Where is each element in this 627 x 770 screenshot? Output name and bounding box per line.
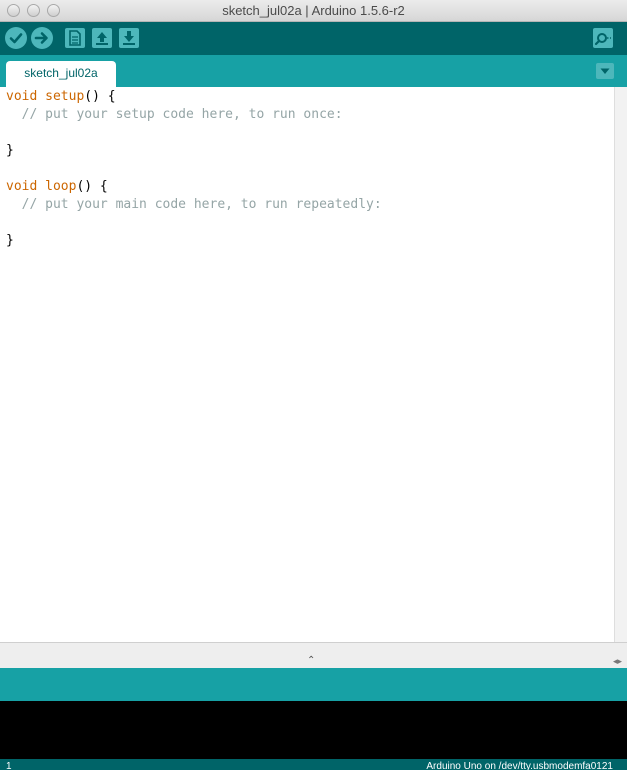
status-bar — [0, 668, 627, 701]
check-icon — [9, 33, 23, 44]
new-sketch-button[interactable] — [65, 28, 85, 48]
magnifier-icon — [594, 33, 611, 46]
scroll-arrows-icon[interactable]: ◂▸ — [613, 656, 622, 667]
arrow-down-icon — [123, 31, 135, 45]
code-line[interactable]: void loop() { — [6, 178, 614, 196]
code-line[interactable] — [6, 214, 614, 232]
toolbar — [0, 22, 627, 55]
code-line[interactable] — [6, 124, 614, 142]
console-output[interactable] — [0, 701, 627, 759]
code-line[interactable]: } — [6, 232, 614, 250]
title-bar: sketch_jul02a | Arduino 1.5.6-r2 — [0, 0, 627, 22]
line-number: 1 — [6, 761, 12, 770]
code-text: } — [6, 143, 14, 158]
code-editor[interactable]: void setup() { // put your setup code he… — [0, 87, 614, 642]
code-text: () { — [84, 89, 116, 104]
code-comment: // put your main code here, to run repea… — [6, 197, 382, 212]
window-title: sketch_jul02a | Arduino 1.5.6-r2 — [222, 3, 405, 18]
footer-bar: 1 Arduino Uno on /dev/tty.usbmodemfa0121 — [0, 759, 627, 770]
serial-monitor-button[interactable] — [593, 28, 613, 48]
board-port-label: Arduino Uno on /dev/tty.usbmodemfa0121 — [426, 761, 613, 770]
code-line[interactable]: // put your main code here, to run repea… — [6, 196, 614, 214]
code-line[interactable]: // put your setup code here, to run once… — [6, 106, 614, 124]
code-comment: // put your setup code here, to run once… — [6, 107, 343, 122]
arrow-up-icon — [96, 32, 108, 45]
triangle-down-icon — [600, 68, 610, 74]
code-keyword: void — [6, 179, 46, 194]
tab-bar: sketch_jul02a — [0, 55, 627, 87]
arduino-ide-window: sketch_jul02a | Arduino 1.5.6-r2 sketch_… — [0, 0, 627, 770]
code-keyword: setup — [45, 89, 85, 104]
splitter-handle-icon[interactable]: ⌃ — [307, 655, 315, 666]
save-sketch-button[interactable] — [119, 28, 139, 48]
code-keyword: loop — [45, 179, 77, 194]
editor-vertical-scrollbar[interactable] — [614, 87, 627, 642]
open-sketch-button[interactable] — [92, 28, 112, 48]
code-keyword: void — [6, 89, 46, 104]
code-line[interactable] — [6, 160, 614, 178]
tab-menu-button[interactable] — [596, 63, 614, 79]
code-line[interactable]: } — [6, 142, 614, 160]
verify-button[interactable] — [5, 27, 27, 49]
code-text: () { — [76, 179, 108, 194]
code-line[interactable]: void setup() { — [6, 88, 614, 106]
upload-button[interactable] — [31, 27, 53, 49]
arrow-right-icon — [34, 32, 48, 44]
document-icon — [69, 30, 81, 46]
tab-sketch[interactable]: sketch_jul02a — [6, 61, 116, 87]
code-text: } — [6, 233, 14, 248]
